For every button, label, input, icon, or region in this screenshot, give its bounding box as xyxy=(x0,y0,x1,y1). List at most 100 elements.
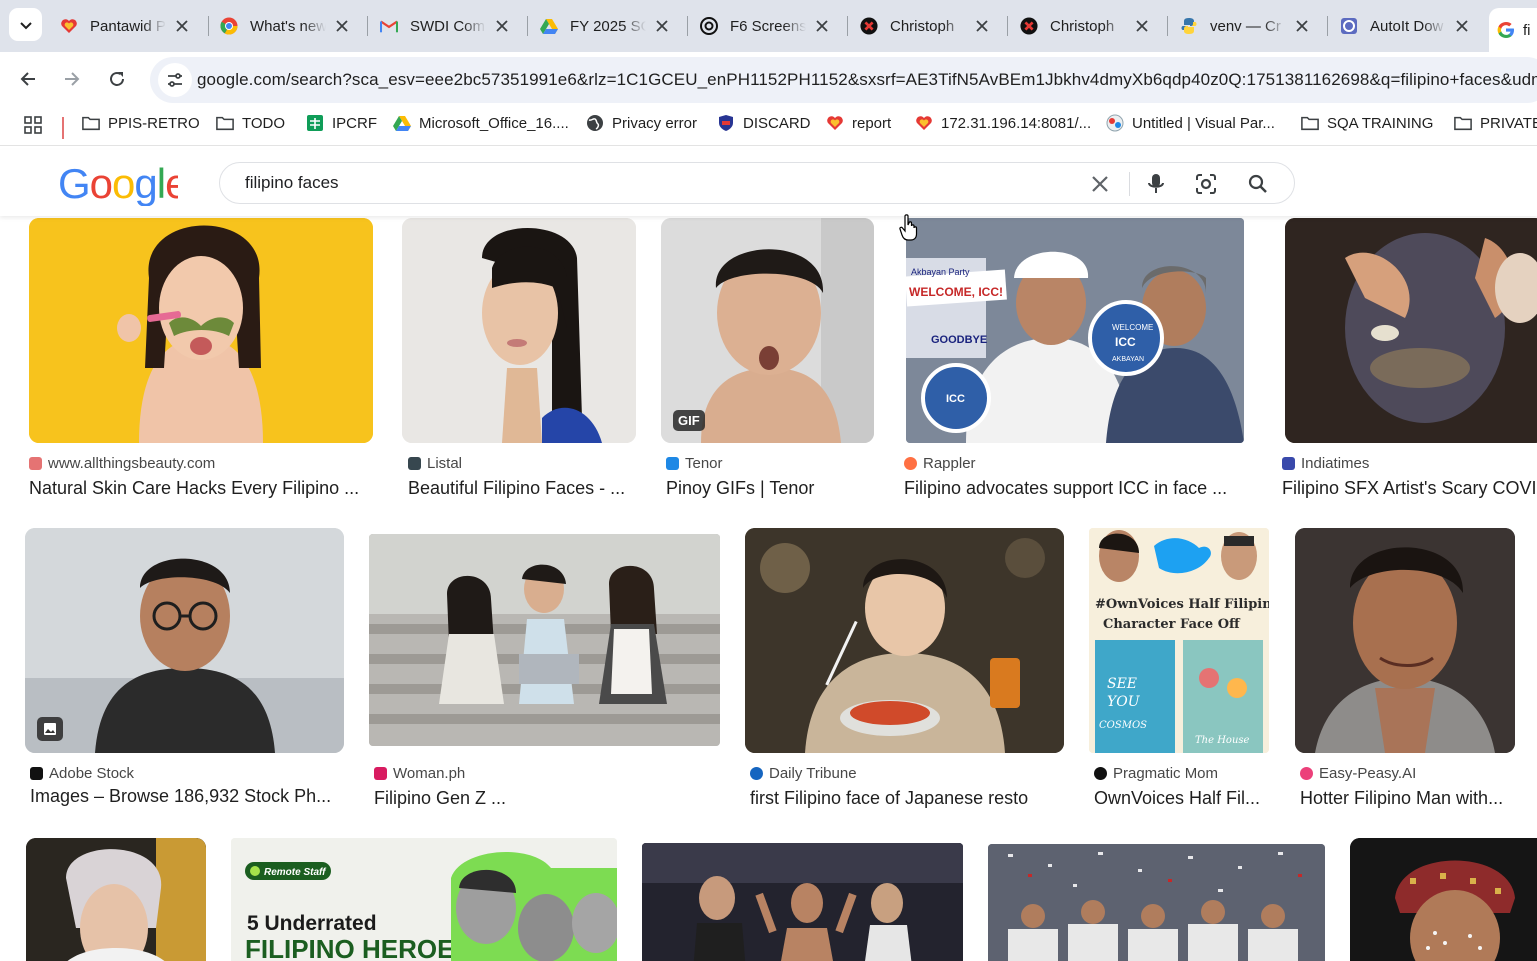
result-caption[interactable]: Filipino SFX Artist's Scary COVID xyxy=(1282,478,1537,499)
image-icon xyxy=(44,723,56,735)
bookmark-visual-paradigm[interactable]: Untitled | Visual Par... xyxy=(1106,114,1275,132)
result-source[interactable]: Tenor xyxy=(666,455,723,472)
result-source[interactable]: Rappler xyxy=(904,455,976,472)
close-icon[interactable] xyxy=(1294,18,1310,34)
bookmark-privacy-error[interactable]: Privacy error xyxy=(586,114,697,132)
result-thumbnail[interactable] xyxy=(1285,218,1537,443)
tab-3[interactable]: SWDI Com xyxy=(368,8,528,44)
result-caption[interactable]: Pinoy GIFs | Tenor xyxy=(666,478,874,499)
url-text[interactable]: google.com/search?sca_esv=eee2bc57351991… xyxy=(197,70,1537,90)
result-thumbnail[interactable]: Akbayan Party WELCOME, ICC! GOODBYE WELC… xyxy=(906,218,1244,443)
drive-icon xyxy=(540,17,558,35)
tune-icon xyxy=(168,73,182,87)
close-icon[interactable] xyxy=(174,18,190,34)
tab-2[interactable]: What's new xyxy=(208,8,368,44)
image-badge xyxy=(37,717,63,741)
close-icon[interactable] xyxy=(494,18,510,34)
arrow-left-icon xyxy=(20,72,35,86)
tab-8[interactable]: venv — Cr xyxy=(1168,8,1328,44)
clear-search-button[interactable] xyxy=(1087,171,1113,197)
bookmark-discard[interactable]: DISCARD xyxy=(717,114,811,132)
result-caption[interactable]: Filipino Gen Z ... xyxy=(374,788,720,809)
result-thumbnail[interactable] xyxy=(1350,838,1537,961)
close-icon[interactable] xyxy=(654,18,670,34)
result-thumbnail[interactable]: GIF xyxy=(661,218,874,443)
close-icon[interactable] xyxy=(974,18,990,34)
result-thumbnail[interactable]: Remote Staff 5 Underrated FILIPINO HEROE… xyxy=(231,838,617,961)
close-icon[interactable] xyxy=(1134,18,1150,34)
result-source[interactable]: Adobe Stock xyxy=(30,765,134,782)
tab-search-button[interactable] xyxy=(9,8,42,41)
tab-title: venv — Cr xyxy=(1210,17,1281,35)
bookmark-ipcrf[interactable]: IPCRF xyxy=(306,114,377,132)
close-icon xyxy=(1092,176,1108,192)
tab-4[interactable]: FY 2025 SG xyxy=(528,8,688,44)
result-source[interactable]: www.allthingsbeauty.com xyxy=(29,455,215,472)
tab-1[interactable]: Pantawid P xyxy=(48,8,208,44)
voice-search-button[interactable] xyxy=(1143,171,1169,197)
result-caption[interactable]: Filipino advocates support ICC in face .… xyxy=(904,478,1244,499)
thumb-title-text: 5 Underrated xyxy=(247,912,377,935)
search-submit-button[interactable] xyxy=(1245,171,1271,197)
search-input[interactable] xyxy=(245,173,1065,193)
lens-search-button[interactable] xyxy=(1193,171,1219,197)
result-source[interactable]: Easy-Peasy.AI xyxy=(1300,765,1416,782)
close-icon[interactable] xyxy=(814,18,830,34)
google-logo[interactable]: Google xyxy=(58,162,178,206)
tab-7[interactable]: Christoph xyxy=(1008,8,1168,44)
site-favicon-icon xyxy=(1094,767,1107,780)
result-thumbnail[interactable] xyxy=(642,843,963,961)
result-thumbnail[interactable] xyxy=(26,838,206,961)
back-button[interactable] xyxy=(13,64,43,94)
result-thumbnail[interactable] xyxy=(402,218,636,443)
bookmark-ppis-retro[interactable]: PPIS-RETRO xyxy=(82,114,200,132)
close-icon[interactable] xyxy=(334,18,350,34)
result-thumbnail[interactable] xyxy=(1295,528,1515,753)
tab-title: Christoph xyxy=(1050,17,1115,35)
address-bar[interactable]: google.com/search?sca_esv=eee2bc57351991… xyxy=(150,57,1537,103)
bookmark-sqa-training[interactable]: SQA TRAINING xyxy=(1301,114,1433,132)
result-caption[interactable]: Beautiful Filipino Faces - ... xyxy=(408,478,636,499)
site-favicon-icon xyxy=(904,457,917,470)
close-icon[interactable] xyxy=(1454,18,1470,34)
bookmark-microsoft-office[interactable]: Microsoft_Office_16.... xyxy=(393,114,569,132)
result-caption[interactable]: Images – Browse 186,932 Stock Ph... xyxy=(30,786,342,807)
result-thumbnail[interactable] xyxy=(988,844,1325,961)
folder-icon xyxy=(216,114,234,132)
result-caption[interactable]: Natural Skin Care Hacks Every Filipino .… xyxy=(29,478,373,499)
tab-title: Christoph xyxy=(890,17,955,35)
image-results-grid: www.allthingsbeauty.com Natural Skin Car… xyxy=(0,216,1537,961)
result-thumbnail[interactable] xyxy=(25,528,344,753)
bookmark-private[interactable]: PRIVATE xyxy=(1454,114,1537,132)
result-thumbnail[interactable] xyxy=(745,528,1064,753)
result-caption[interactable]: OwnVoices Half Fil... xyxy=(1094,788,1269,809)
badge-text: WELCOME xyxy=(1112,323,1153,332)
result-source[interactable]: Indiatimes xyxy=(1282,455,1369,472)
result-source[interactable]: Woman.ph xyxy=(374,765,465,782)
result-thumbnail[interactable]: #OwnVoices Half Filipino Character Face … xyxy=(1089,528,1269,753)
tab-active[interactable]: fi xyxy=(1489,8,1537,52)
bookmark-label: IPCRF xyxy=(332,114,377,132)
result-source[interactable]: Daily Tribune xyxy=(750,765,857,782)
bookmark-ip-address[interactable]: 172.31.196.14:8081/... xyxy=(915,114,1091,132)
result-thumbnail[interactable] xyxy=(29,218,373,443)
source-name: Woman.ph xyxy=(393,765,466,782)
result-source[interactable]: Listal xyxy=(408,455,462,472)
result-source[interactable]: Pragmatic Mom xyxy=(1094,765,1218,782)
tab-5[interactable]: F6 Screens xyxy=(688,8,848,44)
tab-9[interactable]: AutoIt Dow xyxy=(1328,8,1488,44)
forward-button[interactable] xyxy=(57,64,87,94)
result-caption[interactable]: first Filipino face of Japanese resto xyxy=(750,788,1064,809)
result-thumbnail[interactable] xyxy=(369,534,720,746)
tab-6[interactable]: Christoph xyxy=(848,8,1008,44)
source-name: Tenor xyxy=(685,455,723,472)
apps-button[interactable] xyxy=(23,115,43,135)
bookmark-report[interactable]: report xyxy=(826,114,891,132)
bookmark-todo[interactable]: TODO xyxy=(216,114,285,132)
reload-button[interactable] xyxy=(102,64,132,94)
thumb-title-text: FILIPINO HEROES xyxy=(245,934,472,961)
site-info-button[interactable] xyxy=(158,63,192,97)
bookmark-label: PRIVATE xyxy=(1480,114,1537,132)
result-caption[interactable]: Hotter Filipino Man with... xyxy=(1300,788,1515,809)
arrow-right-icon xyxy=(65,72,80,86)
